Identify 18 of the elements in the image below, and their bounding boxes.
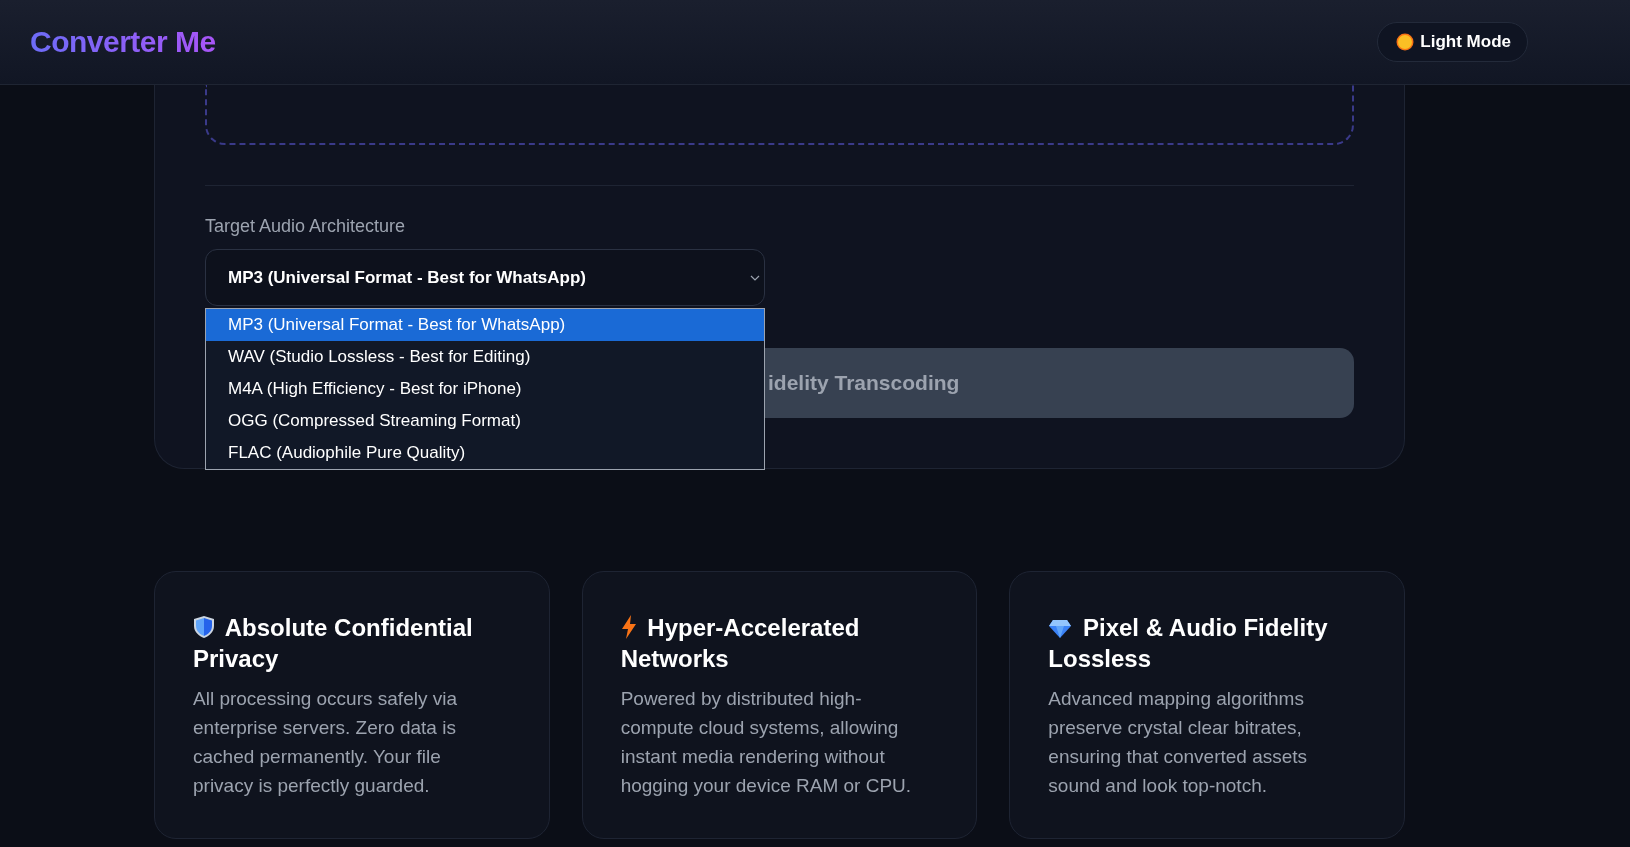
feature-title: Pixel & Audio Fidelity Lossless (1048, 613, 1329, 674)
feature-description: Powered by distributed high-compute cloud systems, allowing instant media rendering without hogging your device RAM or CPU. (620, 687, 913, 798)
sun-icon (1396, 33, 1415, 51)
dropdown-option[interactable]: M4A (High Efficiency - Best for iPhone) (206, 373, 764, 405)
drop-zone[interactable] (205, 85, 1354, 145)
feature-title: Absolute Confidential Privacy (193, 613, 474, 674)
field-label: Target Audio Architecture (205, 216, 407, 237)
feature-title: Hyper-Accelerated Networks (620, 613, 861, 674)
lightning-icon (620, 615, 637, 639)
feature-description: Advanced mapping algorithms preserve crystal clear bitrates, ensuring that converted assets sound and look top-notch. (1048, 687, 1309, 798)
diamond-icon (1048, 619, 1073, 639)
dropdown-option[interactable]: MP3 (Universal Format - Best for WhatsApp) (206, 309, 764, 341)
feature-description: All processing occurs safely via enterprise servers. Zero data is cached permanently. Your file privacy is perfectly guarded. (193, 687, 458, 798)
shield-icon (193, 615, 215, 639)
caret-icon (750, 274, 760, 281)
dropdown-option[interactable]: FLAC (Audiophile Pure Quality) (206, 437, 764, 469)
format-select[interactable]: MP3 (Universal Format - Best for WhatsApp) (205, 249, 765, 306)
light-mode-button[interactable]: Light Mode (1377, 22, 1528, 62)
